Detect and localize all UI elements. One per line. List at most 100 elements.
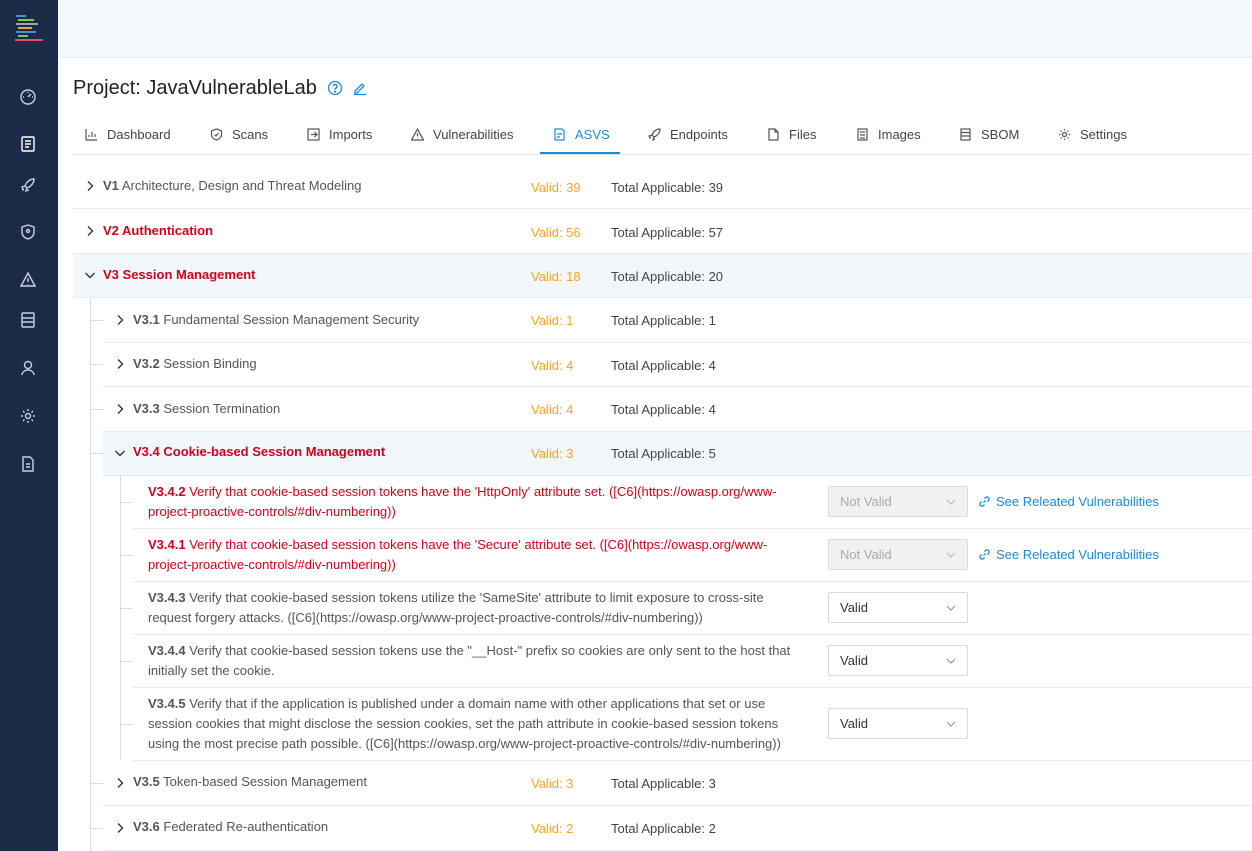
asvs-subsection-row[interactable]: V3.4 Cookie-based Session Management Val… (103, 432, 1252, 476)
valid-count: Valid: 39 (531, 180, 581, 195)
project-tabs: Dashboard Scans Imports Vulnerabilities … (73, 114, 1252, 155)
tree-line (90, 409, 104, 410)
subsection-label: V3.3 Session Termination (133, 401, 281, 416)
requirement-row: V3.4.1 Verify that cookie-based session … (132, 529, 1252, 582)
tab-settings[interactable]: Settings (1058, 114, 1127, 154)
requirement-row: V3.4.3 Verify that cookie-based session … (132, 582, 1252, 635)
tab-endpoints[interactable]: Endpoints (648, 114, 728, 154)
chevron-right-icon[interactable] (114, 358, 126, 370)
requirement-row: V3.4.2 Verify that cookie-based session … (132, 476, 1252, 529)
valid-count: Valid: 3 (531, 446, 574, 461)
requirement-text: V3.4.4 Verify that cookie-based session … (148, 643, 791, 678)
requirement-text: V3.4.3 Verify that cookie-based session … (148, 590, 764, 625)
app-logo[interactable] (14, 14, 44, 42)
warning-icon[interactable] (19, 271, 37, 289)
total-applicable: Total Applicable: 3 (611, 776, 716, 791)
chevron-down-icon[interactable] (84, 269, 96, 281)
tab-sbom[interactable]: SBOM (959, 114, 1019, 154)
subsection-label: V3.1 Fundamental Session Management Secu… (133, 312, 420, 327)
chevron-right-icon[interactable] (114, 403, 126, 415)
page-title: Project: JavaVulnerableLab (73, 76, 317, 99)
total-applicable: Total Applicable: 1 (611, 313, 716, 328)
projects-icon[interactable] (19, 135, 37, 153)
tab-imports[interactable]: Imports (307, 114, 372, 154)
report-icon[interactable] (19, 455, 37, 473)
top-bar (58, 0, 1252, 58)
chevron-down-icon (946, 603, 956, 613)
database-icon[interactable] (19, 311, 37, 329)
see-related-vulnerabilities-link[interactable]: See Releated Vulnerabilities (978, 547, 1159, 562)
chevron-down-icon (946, 656, 956, 666)
valid-count: Valid: 4 (531, 358, 574, 373)
image-icon (857, 127, 868, 141)
tab-dashboard[interactable]: Dashboard (85, 114, 171, 154)
chevron-down-icon (946, 719, 956, 729)
total-applicable: Total Applicable: 4 (611, 358, 716, 373)
asvs-section-row[interactable]: V1 Architecture, Design and Threat Model… (73, 164, 1252, 209)
status-select[interactable]: Valid (828, 708, 968, 739)
rocket-icon (648, 127, 661, 141)
link-icon (979, 549, 990, 560)
asvs-icon (554, 127, 565, 141)
see-related-vulnerabilities-link[interactable]: See Releated Vulnerabilities (978, 494, 1159, 509)
gear-icon (1059, 128, 1070, 140)
total-applicable: Total Applicable: 4 (611, 402, 716, 417)
sbom-icon (960, 127, 971, 141)
shield-icon[interactable] (19, 223, 37, 241)
asvs-section-row[interactable]: V2 Authentication Valid: 56 Total Applic… (73, 209, 1252, 254)
shield-icon (210, 127, 223, 141)
requirement-row: V3.4.5 Verify that if the application is… (132, 688, 1252, 761)
asvs-subsection-row[interactable]: V3.2 Session Binding Valid: 4 Total Appl… (103, 343, 1252, 387)
tab-vulnerabilities[interactable]: Vulnerabilities (411, 114, 513, 154)
requirement-text: V3.4.1 Verify that cookie-based session … (148, 537, 768, 572)
tab-asvs[interactable]: ASVS (553, 114, 610, 154)
asvs-subsection-row[interactable]: V3.3 Session Termination Valid: 4 Total … (103, 387, 1252, 432)
tab-images[interactable]: Images (856, 114, 921, 154)
chevron-right-icon[interactable] (114, 777, 126, 789)
project-header: Project: JavaVulnerableLab (73, 76, 368, 100)
status-select[interactable]: Valid (828, 592, 968, 623)
chevron-right-icon[interactable] (114, 314, 126, 326)
valid-count: Valid: 2 (531, 821, 574, 836)
total-applicable: Total Applicable: 2 (611, 821, 716, 836)
tree-line (90, 320, 104, 321)
requirement-text: V3.4.5 Verify that if the application is… (148, 696, 781, 751)
tree-line (120, 502, 132, 503)
chevron-right-icon[interactable] (84, 180, 96, 192)
valid-count: Valid: 56 (531, 225, 581, 240)
status-select[interactable]: Valid (828, 645, 968, 676)
valid-count: Valid: 3 (531, 776, 574, 791)
chevron-down-icon (946, 550, 956, 560)
asvs-subsection-row[interactable]: V3.6 Federated Re-authentication Valid: … (103, 806, 1252, 851)
user-icon[interactable] (19, 359, 37, 377)
tab-files[interactable]: Files (767, 114, 816, 154)
total-applicable: Total Applicable: 39 (611, 180, 724, 195)
dashboard-gauge-icon[interactable] (19, 88, 37, 106)
tree-line (120, 476, 121, 760)
chevron-right-icon[interactable] (84, 225, 96, 237)
tab-scans[interactable]: Scans (210, 114, 268, 154)
status-select[interactable]: Not Valid (828, 486, 968, 517)
help-icon[interactable] (327, 80, 343, 96)
subsection-label: V3.5 Token-based Session Management (133, 774, 367, 789)
chart-icon (85, 128, 97, 141)
asvs-section-row[interactable]: V3 Session Management Valid: 18 Total Ap… (73, 254, 1252, 298)
subsection-label: V3.2 Session Binding (133, 356, 257, 371)
tree-line (120, 724, 132, 725)
tree-line (120, 555, 132, 556)
asvs-subsection-row[interactable]: V3.5 Token-based Session Management Vali… (103, 761, 1252, 806)
chevron-right-icon[interactable] (114, 822, 126, 834)
asvs-subsection-row[interactable]: V3.1 Fundamental Session Management Secu… (103, 298, 1252, 343)
total-applicable: Total Applicable: 5 (611, 446, 716, 461)
rocket-icon[interactable] (19, 176, 37, 194)
tree-line (90, 828, 104, 829)
status-select[interactable]: Not Valid (828, 539, 968, 570)
section-label: V3 Session Management (103, 267, 256, 282)
chevron-down-icon[interactable] (114, 447, 126, 459)
requirement-text: V3.4.2 Verify that cookie-based session … (148, 484, 777, 519)
edit-icon[interactable] (352, 80, 368, 96)
link-icon (979, 496, 990, 507)
gear-icon[interactable] (19, 407, 37, 425)
tree-line (90, 783, 104, 784)
tree-line (120, 661, 132, 662)
